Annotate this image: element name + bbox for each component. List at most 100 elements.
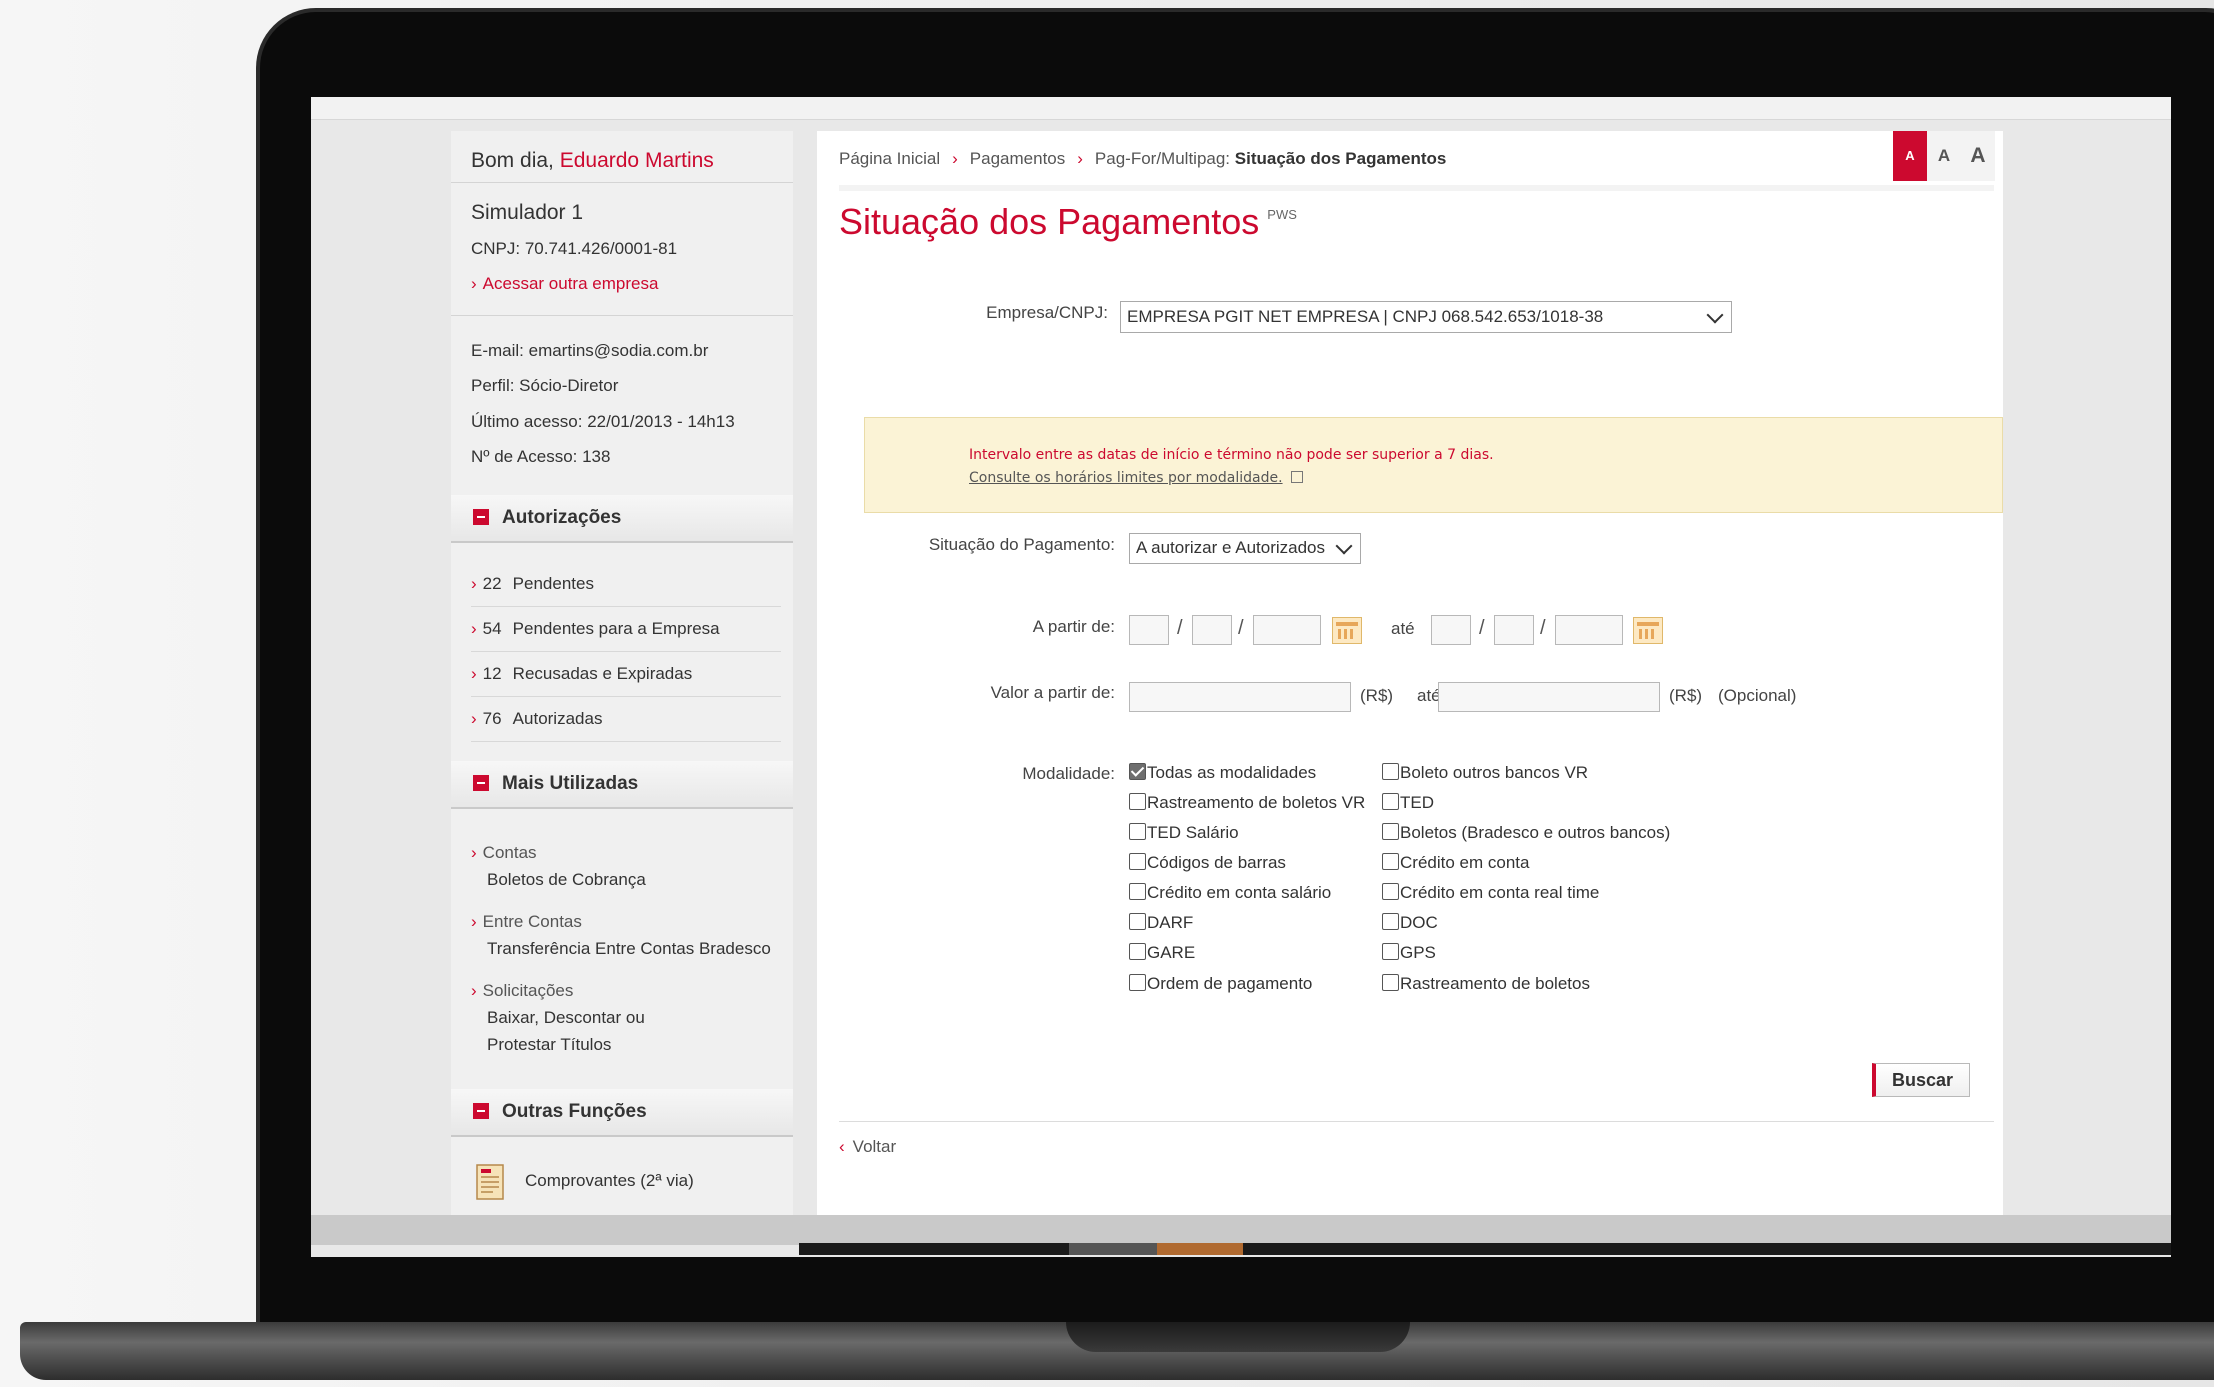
laptop-notch xyxy=(1066,1322,1410,1352)
chevron-right-icon: › xyxy=(471,619,477,638)
chevron-right-icon: › xyxy=(471,574,477,593)
other-company-link[interactable]: › Acessar outra empresa xyxy=(471,274,658,294)
section-mais-utilizadas[interactable]: Mais Utilizadas xyxy=(451,761,793,809)
calendar-icon[interactable] xyxy=(1332,617,1362,644)
calendar-icon[interactable] xyxy=(1633,617,1663,644)
greeting-text: Bom dia, xyxy=(471,149,560,172)
sidebar-item-contas[interactable]: › Contas Boletos de Cobrança xyxy=(471,840,646,893)
font-small-button[interactable]: A xyxy=(1893,131,1927,181)
sidebar-item-comprovantes[interactable]: Comprovantes (2ª via) xyxy=(525,1171,694,1191)
search-button[interactable]: Buscar xyxy=(1872,1063,1970,1097)
checkbox-label: DOC xyxy=(1400,913,1438,932)
item-label: Recusadas e Expiradas xyxy=(512,664,693,683)
checkbox-label: GARE xyxy=(1147,943,1196,962)
checkbox-label: Rastreamento de boletos xyxy=(1400,974,1590,993)
empresa-select-value: EMPRESA PGIT NET EMPRESA | CNPJ 068.542.… xyxy=(1127,307,1604,326)
checkbox-rastreamento-vr[interactable]: Rastreamento de boletos VR xyxy=(1129,792,1365,814)
taskbar-item[interactable] xyxy=(1069,1243,1157,1255)
breadcrumb-home[interactable]: Página Inicial xyxy=(839,149,940,168)
checkbox-label: TED xyxy=(1400,793,1434,812)
last-access: Último acesso: 22/01/2013 - 14h13 xyxy=(471,412,735,431)
checkbox-label: Boleto outros bancos VR xyxy=(1400,763,1589,782)
chevron-left-icon: ‹ xyxy=(839,1137,845,1156)
checkbox-icon xyxy=(1129,883,1146,900)
page-title: Situação dos Pagamentos PWS xyxy=(839,201,1297,243)
alert-link-text: Consulte os horários limites por modalid… xyxy=(969,470,1283,486)
sidebar-item-recusadas[interactable]: › 12 Recusadas e Expiradas xyxy=(471,652,781,697)
date-to-month[interactable] xyxy=(1494,615,1534,645)
collapse-icon xyxy=(473,1103,489,1119)
back-link-label: Voltar xyxy=(852,1137,897,1156)
checkbox-label: Crédito em conta salário xyxy=(1147,883,1332,902)
sidebar-item-entre-contas[interactable]: › Entre Contas Transferência Entre Contas… xyxy=(471,909,771,962)
user-name: Eduardo Martins xyxy=(559,149,714,172)
sidebar-item-pendentes-empresa[interactable]: › 54 Pendentes para a Empresa xyxy=(471,607,781,652)
category-label: Contas xyxy=(482,843,537,862)
checkbox-ordem-pagamento[interactable]: Ordem de pagamento xyxy=(1129,973,1312,995)
breadcrumb: Página Inicial › Pagamentos › Pag-For/Multip… xyxy=(839,149,1446,169)
checkbox-icon xyxy=(1382,793,1399,810)
checkbox-credito-salario[interactable]: Crédito em conta salário xyxy=(1129,882,1331,904)
checkbox-gps[interactable]: GPS xyxy=(1382,942,1436,964)
section-title: Autorizações xyxy=(502,507,622,528)
checkbox-icon xyxy=(1129,913,1146,930)
date-from-label: A partir de: xyxy=(1032,617,1115,636)
collapse-icon xyxy=(473,509,489,525)
checkbox-icon xyxy=(1129,793,1146,810)
checkbox-boletos-bradesco[interactable]: Boletos (Bradesco e outros bancos) xyxy=(1382,822,1670,844)
sidebar-item-pendentes[interactable]: › 22 Pendentes xyxy=(471,562,781,607)
breadcrumb-payments[interactable]: Pagamentos xyxy=(970,149,1065,168)
user-profile: Perfil: Sócio-Diretor xyxy=(471,376,619,395)
checkbox-rastreamento-boletos[interactable]: Rastreamento de boletos xyxy=(1382,973,1590,995)
font-large-button[interactable]: A xyxy=(1961,131,1995,181)
item-label: Protestar Títulos xyxy=(487,1035,612,1054)
page-title-text: Situação dos Pagamentos xyxy=(839,201,1260,242)
checkbox-boleto-outros-vr[interactable]: Boleto outros bancos VR xyxy=(1382,762,1588,784)
checkbox-ted[interactable]: TED xyxy=(1382,792,1434,814)
breadcrumb-prefix: Pag-For/Multipag: xyxy=(1094,149,1235,168)
checkbox-label: Crédito em conta real time xyxy=(1400,883,1600,902)
empresa-select[interactable]: EMPRESA PGIT NET EMPRESA | CNPJ 068.542.… xyxy=(1120,301,1732,333)
checkbox-label: Todas as modalidades xyxy=(1147,763,1317,782)
sidebar-item-solicitacoes[interactable]: › Solicitações Baixar, Descontar ou Prote… xyxy=(471,978,645,1058)
divider xyxy=(839,1121,1994,1122)
alert-link[interactable]: Consulte os horários limites por modalid… xyxy=(969,470,1303,486)
checkbox-darf[interactable]: DARF xyxy=(1129,912,1193,934)
chevron-right-icon: › xyxy=(471,709,477,728)
checkbox-credito-conta[interactable]: Crédito em conta xyxy=(1382,852,1529,874)
checkbox-label: Crédito em conta xyxy=(1400,853,1530,872)
item-label: Comprovantes (2ª via) xyxy=(525,1171,694,1190)
sidebar-item-autorizadas[interactable]: › 76 Autorizadas xyxy=(471,697,781,742)
section-title: Outras Funções xyxy=(502,1101,647,1122)
greeting: Bom dia, Eduardo Martins xyxy=(471,149,714,173)
date-from-month[interactable] xyxy=(1192,615,1232,645)
chevron-right-icon: › xyxy=(1077,149,1083,168)
situacao-label: Situação do Pagamento: xyxy=(928,535,1115,554)
section-autorizacoes[interactable]: Autorizações xyxy=(451,495,793,543)
date-until-label: até xyxy=(1391,619,1415,638)
valor-from-input[interactable] xyxy=(1129,682,1351,712)
date-from-year[interactable] xyxy=(1253,615,1321,645)
checkbox-doc[interactable]: DOC xyxy=(1382,912,1438,934)
checkbox-ted-salario[interactable]: TED Salário xyxy=(1129,822,1239,844)
checkbox-label: GPS xyxy=(1400,943,1436,962)
item-label: Baixar, Descontar ou xyxy=(487,1008,645,1027)
checkbox-credito-real-time[interactable]: Crédito em conta real time xyxy=(1382,882,1599,904)
situacao-select[interactable]: A autorizar e Autorizados xyxy=(1129,533,1361,564)
checkbox-gare[interactable]: GARE xyxy=(1129,942,1195,964)
date-from-day[interactable] xyxy=(1129,615,1169,645)
back-link[interactable]: ‹ Voltar xyxy=(839,1137,896,1157)
chevron-down-icon xyxy=(1335,537,1353,555)
access-count: Nº de Acesso: 138 xyxy=(471,447,611,466)
font-medium-button[interactable]: A xyxy=(1927,131,1961,181)
main-content: Página Inicial › Pagamentos › Pag-For/Multip… xyxy=(817,131,2003,1215)
checkbox-todas-modalidades[interactable]: Todas as modalidades xyxy=(1129,762,1316,784)
valor-to-input[interactable] xyxy=(1438,682,1660,712)
date-to-year[interactable] xyxy=(1555,615,1623,645)
checkbox-codigos-barras[interactable]: Códigos de barras xyxy=(1129,852,1286,874)
divider xyxy=(451,315,793,316)
external-link-icon xyxy=(1290,471,1303,483)
section-outras-funcoes[interactable]: Outras Funções xyxy=(451,1089,793,1137)
date-to-day[interactable] xyxy=(1431,615,1471,645)
taskbar-item-active[interactable] xyxy=(1157,1243,1243,1255)
